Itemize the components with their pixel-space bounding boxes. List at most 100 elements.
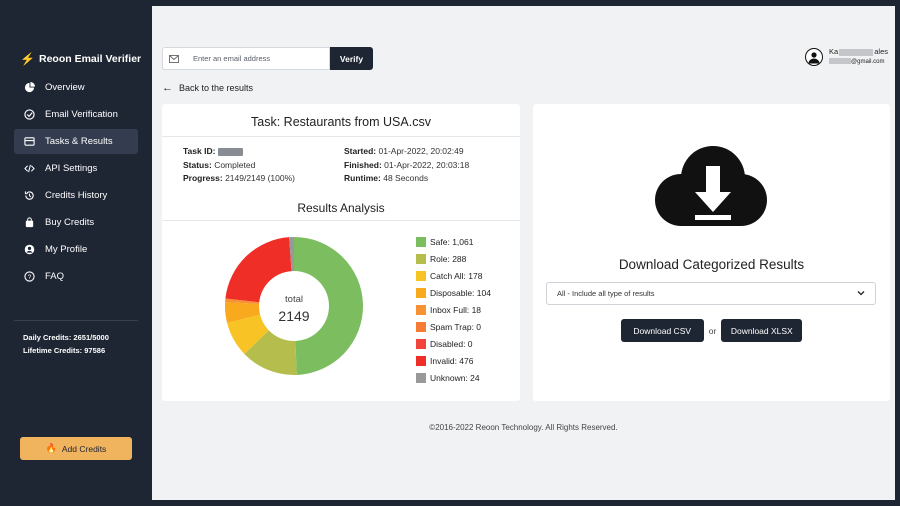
- legend-label: Role: 288: [430, 253, 467, 264]
- legend-item[interactable]: Disposable: 104: [416, 284, 491, 301]
- legend-label: Safe: 1,061: [430, 236, 474, 247]
- sidebar-item-label: Overview: [45, 82, 85, 93]
- sidebar-item-overview[interactable]: Overview: [14, 75, 138, 100]
- donut-slice-invalid[interactable]: [225, 237, 292, 303]
- back-label: Back to the results: [179, 83, 254, 93]
- sidebar: ⚡ Reoon Email Verifier Overview Email Ve…: [0, 0, 152, 506]
- bolt-icon: ⚡: [20, 52, 35, 66]
- sidebar-item-buy-credits[interactable]: Buy Credits: [14, 210, 138, 235]
- legend-item[interactable]: Safe: 1,061: [416, 233, 491, 250]
- task-details-card: Task: Restaurants from USA.csv Task ID: …: [162, 104, 520, 401]
- results-donut-chart: total 2149: [225, 237, 364, 375]
- sidebar-item-api-settings[interactable]: API Settings: [14, 156, 138, 181]
- email-search-bar: Verify: [162, 47, 373, 70]
- user-name-end: ales: [874, 47, 888, 56]
- legend-label: Spam Trap: 0: [430, 321, 482, 332]
- status-value: Completed: [214, 159, 256, 170]
- legend-item[interactable]: Disabled: 0: [416, 335, 491, 352]
- download-xlsx-button[interactable]: Download XLSX: [721, 319, 803, 342]
- redacted-email: [829, 58, 852, 65]
- legend-label: Disposable: 104: [430, 287, 491, 298]
- download-title: Download Categorized Results: [618, 257, 805, 272]
- history-icon: [22, 189, 36, 203]
- donut-slice-safe[interactable]: [294, 237, 364, 375]
- legend-swatch: [416, 304, 426, 315]
- daily-credits: Daily Credits: 2651/5000: [23, 333, 109, 342]
- legend-item[interactable]: Role: 288: [416, 250, 491, 267]
- sidebar-item-credits-history[interactable]: Credits History: [14, 183, 138, 208]
- list-icon: [22, 135, 36, 149]
- results-analysis-title: Results Analysis: [297, 201, 385, 215]
- brand-name: Reoon Email Verifier: [39, 53, 142, 65]
- runtime-value: 48 Seconds: [383, 173, 429, 183]
- legend-swatch: [416, 338, 426, 349]
- legend-swatch: [416, 321, 426, 332]
- task-id-label: Task ID:: [183, 146, 216, 156]
- legend-swatch: [416, 372, 426, 383]
- check-circle-icon: [22, 108, 36, 122]
- question-icon: ?: [22, 270, 36, 284]
- user-name-start: Ka: [829, 47, 839, 56]
- add-credits-button[interactable]: 🔥 Add Credits: [20, 437, 132, 460]
- chart-legend: Safe: 1,061 Role: 288 Catch All: 178 Dispos…: [416, 233, 491, 386]
- legend-label: Inbox Full: 18: [430, 304, 482, 315]
- svg-text:?: ?: [27, 274, 31, 281]
- back-link[interactable]: ← Back to the results: [162, 82, 253, 94]
- divider: [162, 136, 520, 137]
- email-input[interactable]: [184, 47, 330, 70]
- user-menu[interactable]: Ka ales @gmail.com: [805, 47, 888, 67]
- legend-label: Unknown: 24: [430, 372, 480, 383]
- download-csv-button[interactable]: Download CSV: [620, 319, 704, 342]
- task-title: Task: Restaurants from USA.csv: [251, 115, 431, 129]
- divider: [162, 220, 520, 221]
- credits-summary: Daily Credits: 2651/5000 Lifetime Credit…: [23, 331, 109, 357]
- avatar[interactable]: [805, 48, 824, 66]
- code-icon: [22, 162, 36, 176]
- legend-item[interactable]: Unknown: 24: [416, 369, 491, 386]
- task-info-left: Task ID: Status: Completed Progress: 214…: [183, 145, 295, 186]
- mail-icon: [162, 47, 184, 70]
- started-label: Started:: [344, 146, 377, 156]
- task-info-right: Started: 01-Apr-2022, 20:02:49 Finished:…: [344, 145, 469, 186]
- lifetime-credits: Lifetime Credits: 97586: [23, 346, 106, 355]
- verify-button[interactable]: Verify: [330, 47, 373, 70]
- sidebar-item-label: Email Verification: [45, 109, 118, 120]
- cloud-download-icon: [655, 146, 767, 226]
- sidebar-item-faq[interactable]: ? FAQ: [14, 264, 138, 289]
- sidebar-nav: Overview Email Verification Tasks & Resu…: [14, 75, 138, 291]
- sidebar-item-label: Buy Credits: [45, 217, 95, 228]
- sidebar-item-tasks-results[interactable]: Tasks & Results: [14, 129, 138, 154]
- legend-swatch: [416, 355, 426, 366]
- donut-center-label: total: [285, 294, 303, 305]
- legend-swatch: [416, 287, 426, 298]
- chevron-down-icon: [857, 291, 865, 296]
- sidebar-item-my-profile[interactable]: My Profile: [14, 237, 138, 262]
- fire-icon: 🔥: [45, 443, 57, 453]
- select-value: All - Include all type of results: [557, 289, 655, 298]
- download-actions: Download CSV or Download XLSX: [533, 319, 890, 342]
- legend-item[interactable]: Spam Trap: 0: [416, 318, 491, 335]
- donut-center-value: 2149: [278, 308, 309, 324]
- brand[interactable]: ⚡ Reoon Email Verifier: [20, 52, 141, 66]
- user-icon: [22, 243, 36, 257]
- sidebar-item-label: FAQ: [45, 271, 65, 282]
- legend-label: Disabled: 0: [430, 338, 473, 349]
- legend-item[interactable]: Invalid: 476: [416, 352, 491, 369]
- user-email-end: @gmail.com: [851, 59, 885, 65]
- footer: ©2016-2022 Reoon Technology. All Rights …: [429, 423, 618, 432]
- user-info: Ka ales @gmail.com: [829, 47, 888, 67]
- redacted-name: [839, 48, 874, 56]
- sidebar-item-email-verification[interactable]: Email Verification: [14, 102, 138, 127]
- arrow-left-icon: ←: [162, 82, 173, 94]
- legend-label: Invalid: 476: [430, 355, 474, 366]
- main-content: Verify Ka ales @gmail.com ← Back to the r…: [152, 6, 895, 500]
- sidebar-divider: [14, 320, 138, 321]
- result-type-select[interactable]: All - Include all type of results: [546, 282, 876, 305]
- legend-item[interactable]: Inbox Full: 18: [416, 301, 491, 318]
- legend-label: Catch All: 178: [430, 270, 483, 281]
- started-value: 01-Apr-2022, 20:02:49: [378, 146, 464, 156]
- finished-value: 01-Apr-2022, 20:03:18: [384, 159, 470, 170]
- sidebar-item-label: API Settings: [45, 163, 98, 174]
- progress-value: 2149/2149 (100%): [225, 173, 296, 183]
- legend-item[interactable]: Catch All: 178: [416, 267, 491, 284]
